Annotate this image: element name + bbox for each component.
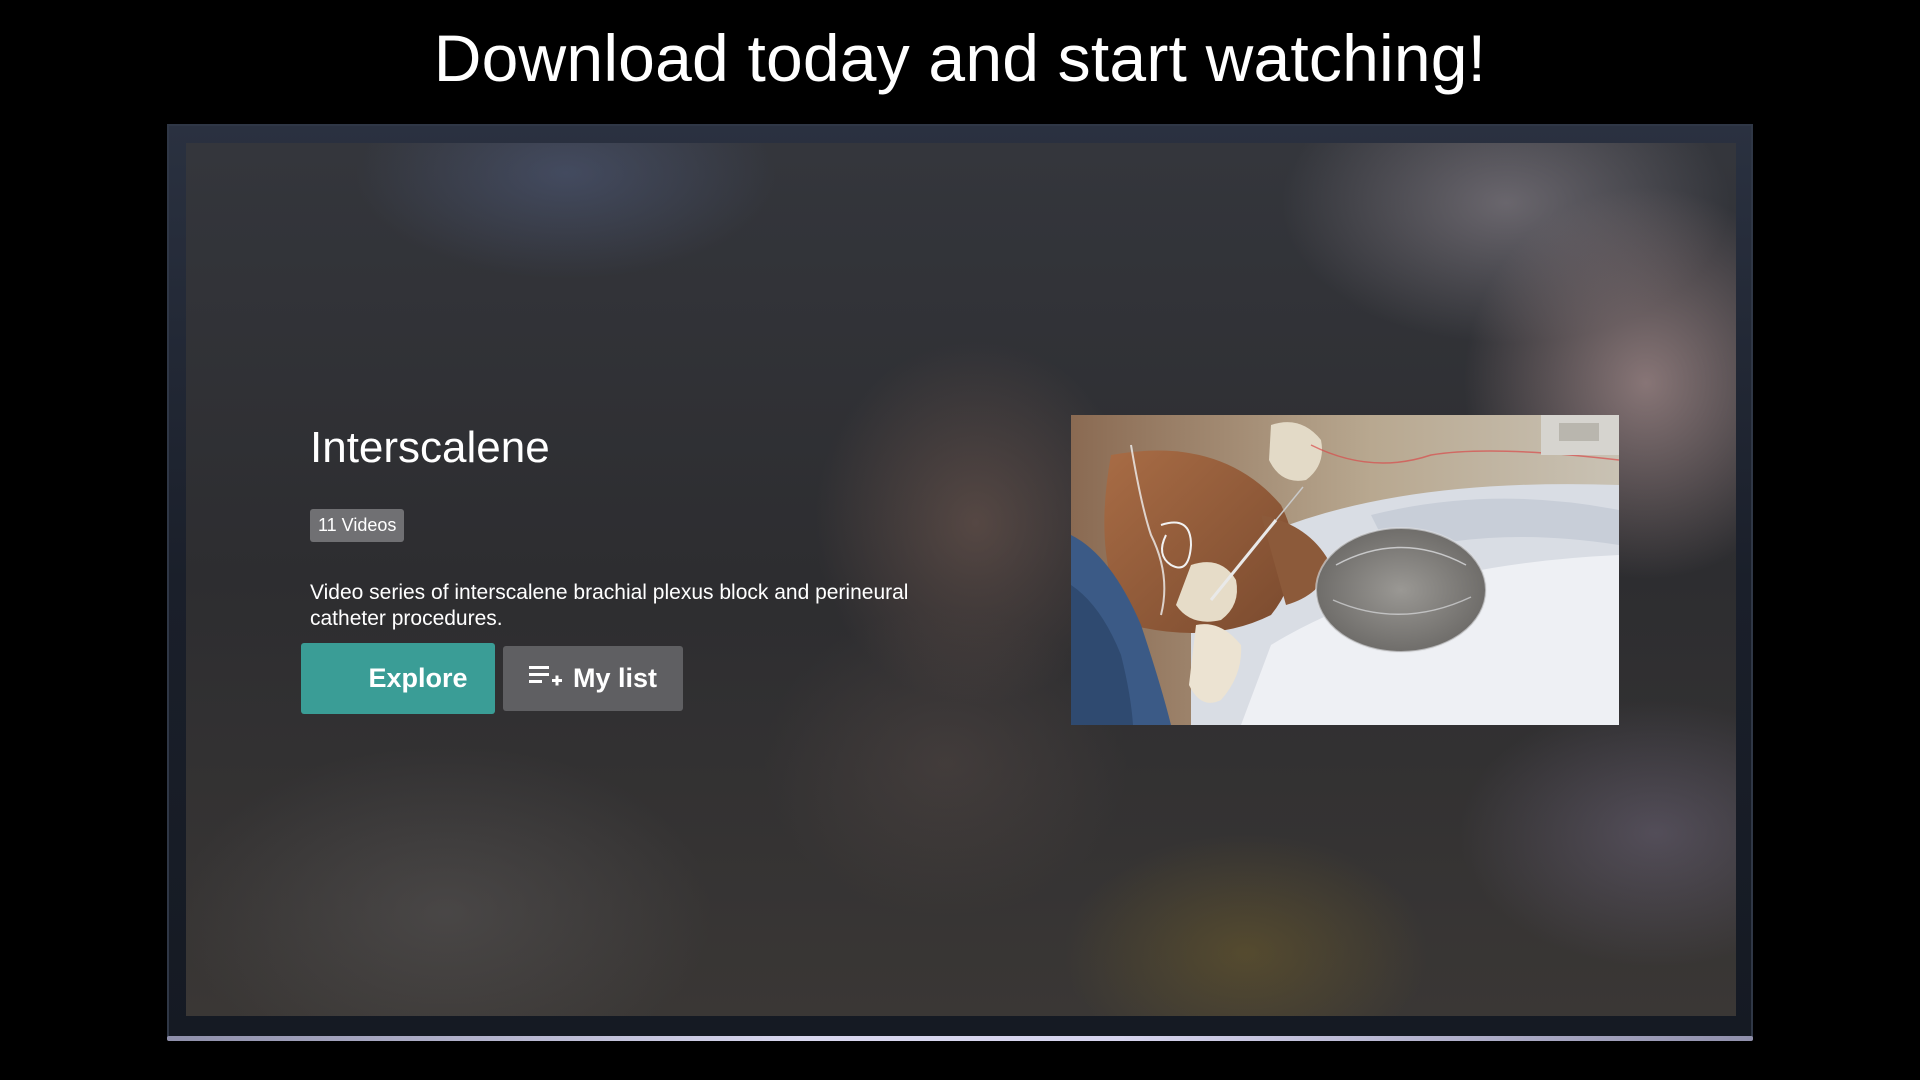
collection-title: Interscalene <box>310 423 550 472</box>
explore-button[interactable]: Explore <box>301 643 495 714</box>
procedure-image <box>1071 415 1619 725</box>
tv-screen: Interscalene 11 Videos Video series of i… <box>186 143 1736 1016</box>
collection-thumbnail[interactable] <box>1071 415 1619 725</box>
video-count-badge: 11 Videos <box>310 509 405 542</box>
tv-base-highlight <box>167 1036 1753 1041</box>
promo-headline: Download today and start watching! <box>433 21 1487 95</box>
tv-bezel: Interscalene 11 Videos Video series of i… <box>167 124 1753 1039</box>
explore-button-label: Explore <box>368 663 468 693</box>
collection-description: Video series of interscalene brachial pl… <box>310 581 909 630</box>
my-list-button[interactable]: My list <box>503 646 683 711</box>
grid-icon <box>328 667 358 690</box>
playlist-add-icon <box>528 663 563 694</box>
my-list-button-label: My list <box>572 663 658 693</box>
